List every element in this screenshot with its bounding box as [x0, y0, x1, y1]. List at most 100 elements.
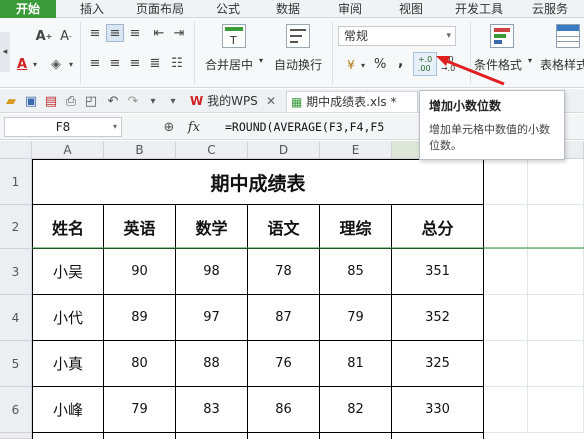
wrap-text-label[interactable]: 自动换行	[274, 56, 322, 73]
cell[interactable]	[528, 249, 584, 295]
table-cell[interactable]: 88	[176, 341, 248, 387]
table-cell[interactable]: 79	[320, 295, 392, 341]
export-pdf-icon[interactable]: ▤	[42, 92, 60, 110]
cell[interactable]	[528, 205, 584, 249]
zoom-icon[interactable]: ⊕	[160, 118, 178, 136]
undo-icon[interactable]: ↶	[104, 92, 122, 110]
column-header-e[interactable]: E	[320, 141, 392, 159]
merge-center-dropdown-icon[interactable]: ▾	[259, 56, 263, 65]
table-cell[interactable]: 85	[320, 249, 392, 295]
row-header-3[interactable]: 3	[0, 249, 32, 295]
tab-review[interactable]: 审阅	[328, 0, 372, 18]
table-cell-total[interactable]: 330	[392, 387, 484, 433]
column-header-d[interactable]: D	[248, 141, 320, 159]
tab-developer[interactable]: 开发工具	[446, 0, 512, 18]
header-cell-chinese[interactable]: 语文	[248, 205, 320, 249]
header-cell-science[interactable]: 理综	[320, 205, 392, 249]
row-header-6[interactable]: 6	[0, 387, 32, 433]
tab-formulas[interactable]: 公式	[206, 0, 250, 18]
increase-font-icon[interactable]: A +	[34, 26, 54, 46]
tab-view[interactable]: 视图	[389, 0, 433, 18]
clear-format-dropdown-icon[interactable]: ▾	[66, 54, 76, 74]
row-header-1[interactable]: 1	[0, 159, 32, 205]
cell[interactable]	[484, 387, 528, 433]
tab-home[interactable]: 开始	[0, 0, 56, 18]
more-tabs-icon[interactable]: ▾	[166, 92, 180, 110]
row-header-2[interactable]: 2	[0, 205, 32, 249]
clear-format-icon[interactable]: ◈	[46, 54, 66, 74]
select-all-corner[interactable]	[0, 141, 32, 159]
header-cell-name[interactable]: 姓名	[32, 205, 104, 249]
table-cell[interactable]: 78	[248, 249, 320, 295]
table-style-icon[interactable]	[556, 24, 580, 48]
cell[interactable]	[484, 295, 528, 341]
percent-button[interactable]: %	[374, 57, 386, 72]
ribbon-scroll-left-icon[interactable]: ◂	[0, 32, 10, 72]
table-cell[interactable]	[32, 433, 104, 439]
cell[interactable]	[528, 341, 584, 387]
print-preview-icon[interactable]: ◰	[82, 92, 100, 110]
customize-qat-icon[interactable]: ▾	[146, 92, 160, 110]
comma-button[interactable]: ,	[398, 54, 403, 70]
table-cell-total[interactable]: 351	[392, 249, 484, 295]
chevron-down-icon[interactable]: ▾	[446, 27, 451, 45]
chevron-down-icon[interactable]: ▾	[113, 118, 117, 136]
insert-function-icon[interactable]: fx	[183, 118, 205, 136]
table-cell[interactable]: 87	[248, 295, 320, 341]
align-right-icon[interactable]: ≡	[126, 54, 144, 72]
header-cell-english[interactable]: 英语	[104, 205, 176, 249]
conditional-format-icon[interactable]	[490, 24, 514, 48]
decrease-font-icon[interactable]: A-	[56, 26, 76, 46]
redo-icon[interactable]: ↷	[124, 92, 142, 110]
table-cell[interactable]	[176, 433, 248, 439]
save-icon[interactable]: ▣	[22, 92, 40, 110]
number-format-select[interactable]: 常规 ▾	[338, 26, 456, 46]
cell[interactable]	[528, 295, 584, 341]
table-cell-name[interactable]: 小峰	[32, 387, 104, 433]
cell[interactable]	[484, 341, 528, 387]
conditional-format-dropdown-icon[interactable]: ▾	[528, 56, 532, 65]
cell[interactable]	[484, 205, 528, 249]
open-folder-icon[interactable]: ▰	[2, 92, 20, 110]
table-cell[interactable]: 98	[176, 249, 248, 295]
print-icon[interactable]: ⎙	[62, 92, 80, 110]
table-cell[interactable]: 80	[104, 341, 176, 387]
sheet-title[interactable]: 期中成绩表	[32, 159, 484, 205]
cell[interactable]	[528, 159, 584, 205]
distributed-align-icon[interactable]: ☷	[168, 54, 186, 72]
table-cell[interactable]: 89	[104, 295, 176, 341]
table-cell-name[interactable]: 小代	[32, 295, 104, 341]
align-middle-icon[interactable]: ≡	[106, 24, 124, 42]
table-cell[interactable]	[392, 433, 484, 439]
formula-input[interactable]: =ROUND(AVERAGE(F3,F4,F5	[225, 117, 425, 137]
close-icon[interactable]: ✕	[266, 91, 276, 112]
row-header-7[interactable]	[0, 433, 32, 439]
indent-decrease-icon[interactable]: ⇤	[150, 24, 168, 42]
table-cell[interactable]: 86	[248, 387, 320, 433]
font-color-icon[interactable]: A	[12, 54, 32, 74]
tab-page-layout[interactable]: 页面布局	[127, 0, 193, 18]
indent-increase-icon[interactable]: ⇥	[170, 24, 188, 42]
table-cell[interactable]: 81	[320, 341, 392, 387]
font-color-dropdown-icon[interactable]: ▾	[30, 54, 40, 74]
table-cell[interactable]: 76	[248, 341, 320, 387]
tab-insert[interactable]: 插入	[70, 0, 114, 18]
currency-dropdown-icon[interactable]: ▾	[359, 56, 367, 74]
doc-tab-wps-home[interactable]: W 我的WPS ✕	[186, 91, 282, 112]
cell[interactable]	[484, 249, 528, 295]
row-header-5[interactable]: 5	[0, 341, 32, 387]
align-center-icon[interactable]: ≡	[106, 54, 124, 72]
cell[interactable]	[484, 159, 528, 205]
header-cell-math[interactable]: 数学	[176, 205, 248, 249]
table-cell-total[interactable]: 352	[392, 295, 484, 341]
table-cell[interactable]: 79	[104, 387, 176, 433]
column-header-a[interactable]: A	[32, 141, 104, 159]
justify-icon[interactable]: ≣	[146, 54, 164, 72]
table-cell[interactable]: 83	[176, 387, 248, 433]
column-header-c[interactable]: C	[176, 141, 248, 159]
table-cell-total[interactable]: 325	[392, 341, 484, 387]
table-cell-name[interactable]: 小吴	[32, 249, 104, 295]
tab-data[interactable]: 数据	[266, 0, 310, 18]
merge-center-label[interactable]: 合并居中	[205, 56, 253, 73]
table-cell[interactable]: 97	[176, 295, 248, 341]
